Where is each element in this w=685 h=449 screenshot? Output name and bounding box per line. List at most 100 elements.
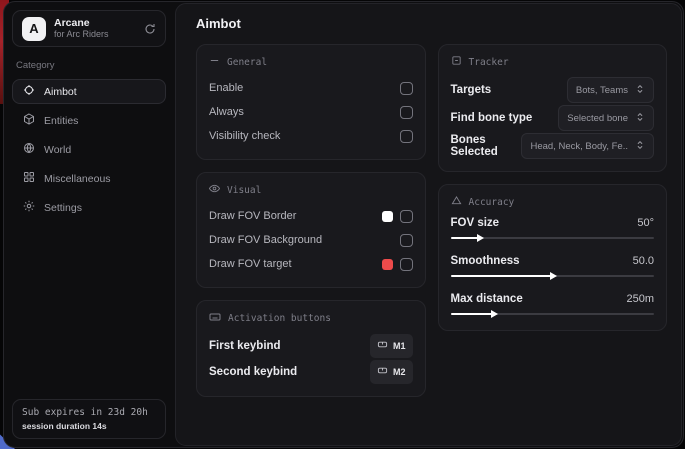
screenshot-stage: A Arcane for Arc Riders Category: [0, 0, 685, 449]
sidebar-item-label: Aimbot: [44, 86, 77, 98]
setting-label: First keybind: [209, 340, 281, 352]
setting-row: Draw FOV Border: [209, 205, 413, 227]
setting-row: Visibility check: [209, 125, 413, 147]
card-header-label: Accuracy: [469, 197, 515, 208]
setting-label: Always: [209, 106, 244, 118]
setting-label: Find bone type: [451, 112, 533, 124]
second-keybind-button[interactable]: M2: [370, 360, 413, 384]
keyboard-icon: [209, 311, 221, 326]
sidebar-item-miscellaneous[interactable]: Miscellaneous: [12, 166, 166, 191]
setting-label: Smoothness: [451, 255, 520, 267]
mouse-icon: [377, 337, 388, 355]
bones-selected-dropdown[interactable]: Head, Neck, Body, Fe..: [521, 133, 654, 159]
sidebar-item-settings[interactable]: Settings: [12, 195, 166, 220]
smoothness-slider[interactable]: [451, 272, 655, 280]
setting-label: Max distance: [451, 293, 523, 305]
content-columns: General Enable Always Visibility check: [196, 44, 667, 397]
tracker-card: Tracker Targets Bots, Teams: [438, 44, 668, 172]
app-window: A Arcane for Arc Riders Category: [3, 1, 684, 448]
slider-row: Max distance 250m: [451, 293, 655, 305]
mouse-icon: [377, 363, 388, 381]
unfold-icon: [635, 81, 645, 99]
sub-expiry-text: Sub expires in 23d 20h: [22, 407, 156, 418]
slider-handle[interactable]: [477, 234, 484, 242]
sidebar-item-label: Miscellaneous: [44, 173, 111, 185]
accuracy-card: Accuracy FOV size 50°: [438, 184, 668, 331]
right-column: Tracker Targets Bots, Teams: [438, 44, 668, 331]
dots-grid-icon: [209, 55, 220, 69]
setting-label: Visibility check: [209, 130, 280, 142]
sidebar-spacer: [12, 224, 166, 399]
card-header-label: Tracker: [469, 57, 509, 68]
visibility-check-checkbox[interactable]: [400, 130, 413, 143]
sidebar-item-label: World: [44, 144, 71, 156]
left-column: General Enable Always Visibility check: [196, 44, 426, 397]
targets-dropdown[interactable]: Bots, Teams: [567, 77, 654, 103]
sidebar-item-world[interactable]: World: [12, 137, 166, 162]
setting-label: Bones Selected: [451, 134, 522, 158]
setting-row: Draw FOV Background: [209, 229, 413, 251]
fov-size-slider[interactable]: [451, 234, 655, 242]
activation-card-header: Activation buttons: [209, 311, 413, 326]
sidebar-item-aimbot[interactable]: Aimbot: [12, 79, 166, 104]
always-checkbox[interactable]: [400, 106, 413, 119]
entities-icon: [23, 113, 35, 128]
brand-logo: A: [22, 17, 46, 41]
slider-value: 250m: [626, 293, 654, 305]
find-bone-type-dropdown[interactable]: Selected bone: [558, 105, 654, 131]
smoothness-block: Smoothness 50.0: [451, 255, 655, 280]
slider-fill: [451, 275, 553, 277]
unfold-icon: [635, 137, 645, 155]
general-card-header: General: [209, 55, 413, 69]
gear-icon: [23, 200, 35, 215]
card-header-label: General: [227, 57, 267, 68]
sidebar-item-entities[interactable]: Entities: [12, 108, 166, 133]
enable-checkbox[interactable]: [400, 82, 413, 95]
category-label: Category: [16, 60, 162, 71]
dropdown-value: Head, Neck, Body, Fe..: [530, 141, 628, 152]
slider-row: Smoothness 50.0: [451, 255, 655, 267]
grid-icon: [23, 171, 35, 186]
setting-row: Find bone type Selected bone: [451, 105, 655, 131]
page-title: Aimbot: [196, 16, 667, 31]
brand-subtitle: for Arc Riders: [54, 29, 136, 39]
triangle-icon: [451, 195, 462, 209]
slider-handle[interactable]: [491, 310, 498, 318]
slider-handle[interactable]: [550, 272, 557, 280]
dropdown-value: Bots, Teams: [576, 85, 628, 96]
unfold-icon: [635, 109, 645, 127]
general-card: General Enable Always Visibility check: [196, 44, 426, 160]
sidebar-item-label: Settings: [44, 202, 82, 214]
sidebar: A Arcane for Arc Riders Category: [4, 2, 174, 447]
sync-icon[interactable]: [144, 23, 156, 35]
slider-fill: [451, 237, 479, 239]
slider-value: 50°: [637, 217, 654, 229]
crosshair-icon: [23, 84, 35, 99]
max-distance-slider[interactable]: [451, 310, 655, 318]
card-header-label: Activation buttons: [228, 313, 331, 324]
setting-label: Draw FOV target: [209, 258, 292, 270]
fov-target-checkbox[interactable]: [400, 258, 413, 271]
setting-row: Always: [209, 101, 413, 123]
fov-background-checkbox[interactable]: [400, 234, 413, 247]
brand-name: Arcane: [54, 17, 136, 29]
row-controls: [382, 258, 413, 271]
slider-fill: [451, 313, 494, 315]
activation-card: Activation buttons First keybind M1: [196, 300, 426, 397]
fov-border-checkbox[interactable]: [400, 210, 413, 223]
first-keybind-button[interactable]: M1: [370, 334, 413, 358]
row-controls: [382, 210, 413, 223]
brand-text: Arcane for Arc Riders: [54, 17, 136, 39]
setting-label: Draw FOV Background: [209, 234, 322, 246]
setting-row: Second keybind M2: [209, 360, 413, 384]
keybind-value: M1: [393, 341, 406, 351]
setting-label: Targets: [451, 84, 492, 96]
subscription-card: Sub expires in 23d 20h session duration …: [12, 399, 166, 439]
fov-border-color-swatch[interactable]: [382, 211, 393, 222]
sidebar-item-label: Entities: [44, 115, 78, 127]
accuracy-card-header: Accuracy: [451, 195, 655, 209]
setting-label: Enable: [209, 82, 243, 94]
visual-card: Visual Draw FOV Border Draw FOV Backgrou…: [196, 172, 426, 288]
scan-frame-icon: [451, 55, 462, 69]
fov-target-color-swatch[interactable]: [382, 259, 393, 270]
